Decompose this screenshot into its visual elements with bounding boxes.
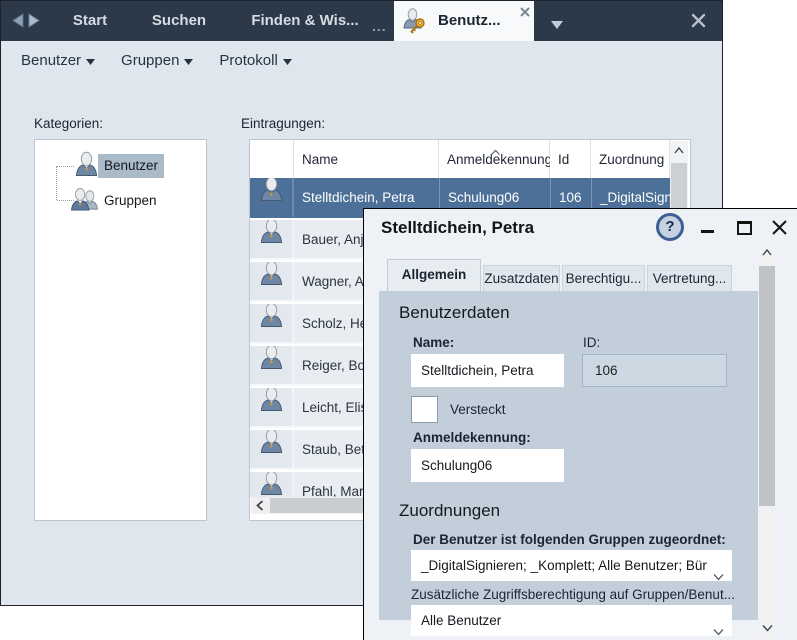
user-icon (259, 262, 284, 302)
versteckt-label: Versteckt (450, 402, 506, 417)
user-icon (259, 178, 284, 218)
ribbon-tab-bar: Start Suchen Finden & Wis... ... Benutz.… (1, 1, 722, 41)
menubar: Benutzer Gruppen Protokoll (21, 45, 292, 75)
gruppen-select-value: _DigitalSignieren; _Komplett; Alle Benut… (421, 558, 707, 573)
user-icon (74, 150, 99, 183)
tab-overflow-ellipsis[interactable]: ... (372, 18, 387, 34)
users-group-icon (71, 185, 98, 217)
chevron-down-icon (713, 616, 724, 636)
user-icon (259, 472, 284, 497)
active-tab-label: Benutz... (438, 1, 501, 41)
screen: Start Suchen Finden & Wis... ... Benutz.… (0, 0, 797, 640)
menu-protokoll-label: Protokoll (219, 52, 277, 69)
name-label: Name: (413, 335, 454, 350)
zuordnungen-heading: Zuordnungen (399, 501, 500, 521)
user-icon (259, 430, 284, 470)
id-label: ID: (583, 335, 600, 350)
kategorien-tree: Benutzer Gruppen (34, 139, 207, 521)
chevron-down-icon (283, 52, 292, 69)
anmeldekennung-label: Anmeldekennung: (413, 430, 531, 445)
dialog-tab-allgemein[interactable]: Allgemein (387, 259, 481, 291)
zugriffsberechtigung-select-value: Alle Benutzer (421, 613, 501, 628)
dialog-title: Stelltdichein, Petra (381, 218, 534, 238)
tab-finden-wissen[interactable]: Finden & Wis... (244, 1, 366, 41)
dialog-tab-zusatzdaten[interactable]: Zusatzdaten (483, 265, 560, 291)
column-header-id[interactable]: Id (550, 140, 591, 178)
gruppen-zugeordnet-label: Der Benutzer ist folgenden Gruppen zugeo… (413, 532, 726, 547)
user-icon (259, 304, 284, 344)
forward-icon[interactable] (27, 12, 42, 34)
tree-item-benutzer[interactable]: Benutzer (98, 154, 164, 178)
menu-benutzer-label: Benutzer (21, 52, 81, 69)
user-key-icon (403, 8, 430, 39)
name-field[interactable] (411, 354, 564, 387)
tree-connector (56, 166, 57, 200)
benutzerdaten-heading: Benutzerdaten (399, 303, 510, 323)
chevron-down-icon (184, 52, 193, 69)
id-field: 106 (582, 354, 727, 387)
dialog-tab-vertretungen[interactable]: Vertretung... (647, 265, 732, 291)
dropdown-caret-icon[interactable] (550, 17, 564, 35)
scroll-up-icon[interactable] (758, 243, 776, 261)
tree-item-gruppen[interactable]: Gruppen (98, 189, 163, 213)
minimize-icon[interactable] (701, 230, 714, 233)
column-header-icon[interactable] (250, 140, 294, 178)
zugriffsberechtigung-select[interactable]: Alle Benutzer (411, 605, 732, 636)
menu-gruppen-label: Gruppen (121, 52, 179, 69)
tab-benutzer-active[interactable]: Benutz... (394, 1, 534, 41)
scroll-left-icon[interactable] (251, 497, 269, 514)
kategorien-label: Kategorien: (34, 116, 103, 131)
tab-close-icon[interactable] (520, 4, 530, 14)
window-close-icon[interactable] (691, 13, 706, 33)
user-icon (259, 220, 284, 260)
maximize-icon[interactable] (737, 221, 752, 235)
help-icon[interactable]: ? (656, 213, 684, 241)
chevron-down-icon (86, 52, 95, 69)
tree-connector (57, 166, 74, 167)
eintragungen-label: Eintragungen: (241, 116, 325, 131)
user-properties-dialog: Stelltdichein, Petra ? Allgemein Zusatzd… (363, 208, 797, 640)
tab-start[interactable]: Start (61, 1, 119, 41)
sort-asc-icon (490, 143, 501, 161)
dialog-scrollbar[interactable] (758, 243, 776, 639)
column-header-zuordnung[interactable]: Zuordnung (591, 140, 670, 178)
versteckt-checkbox[interactable] (411, 396, 438, 423)
user-icon (259, 388, 284, 428)
close-icon[interactable] (771, 219, 788, 241)
scrollbar-thumb[interactable] (759, 266, 775, 506)
menu-benutzer[interactable]: Benutzer (21, 52, 95, 69)
zugriffsberechtigung-label: Zusätzliche Zugriffsberechtigung auf Gru… (411, 587, 735, 602)
chevron-down-icon (713, 561, 724, 581)
dialog-tab-berechtigungen[interactable]: Berechtigu... (562, 265, 645, 291)
gruppen-select[interactable]: _DigitalSignieren; _Komplett; Alle Benut… (411, 550, 732, 581)
user-icon (259, 346, 284, 386)
scroll-down-icon[interactable] (758, 619, 776, 637)
tab-suchen[interactable]: Suchen (145, 1, 213, 41)
menu-gruppen[interactable]: Gruppen (121, 52, 193, 69)
anmeldekennung-field[interactable] (411, 449, 564, 482)
back-icon[interactable] (10, 12, 25, 34)
scroll-up-icon[interactable] (670, 141, 688, 159)
column-header-name[interactable]: Name (294, 140, 439, 178)
menu-protokoll[interactable]: Protokoll (219, 52, 291, 69)
